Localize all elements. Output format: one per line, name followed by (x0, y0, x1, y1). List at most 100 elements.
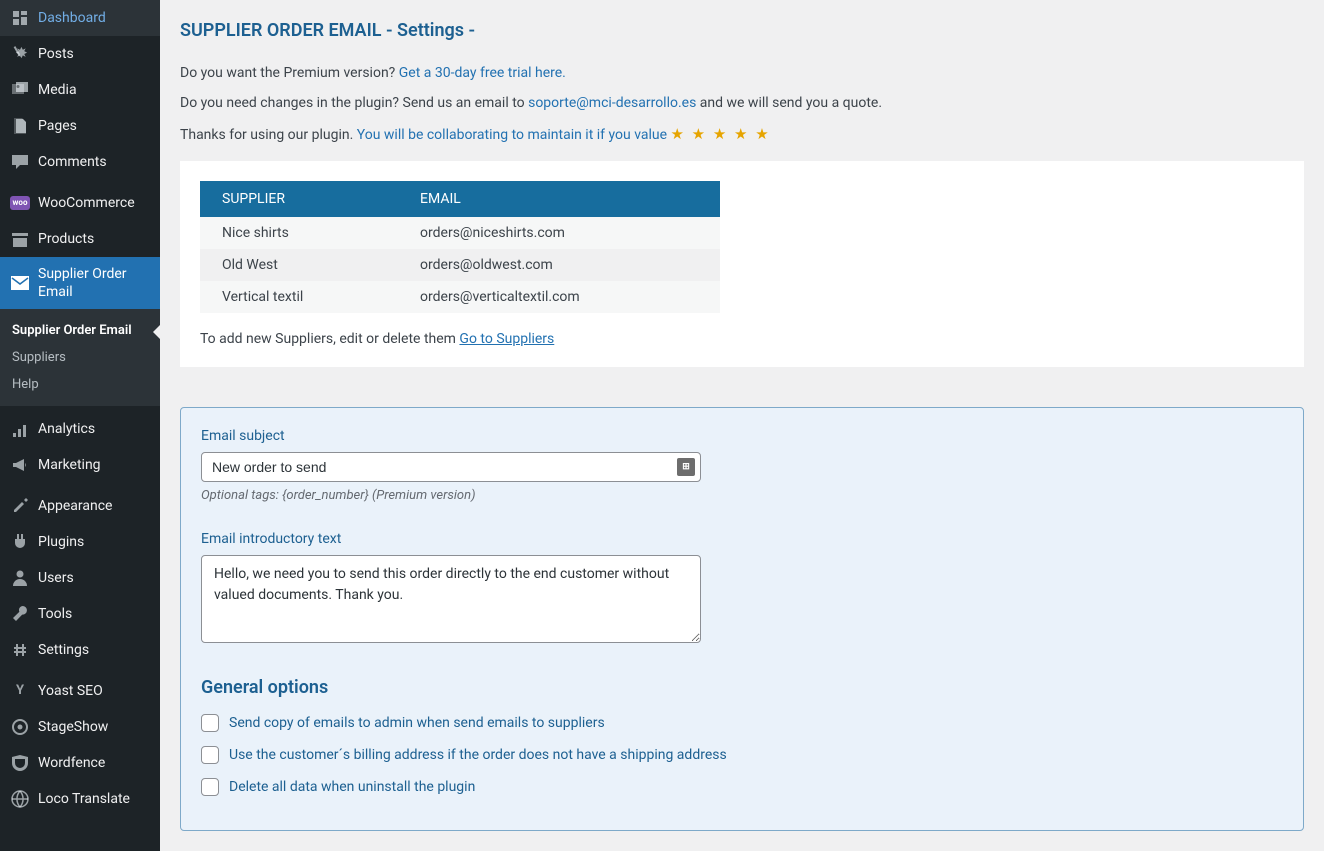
sidebar-item-users[interactable]: Users (0, 560, 160, 596)
sidebar-item-label: Marketing (38, 456, 152, 474)
sidebar-item-label: Supplier Order Email (38, 265, 152, 301)
sidebar-item-wordfence[interactable]: Wordfence (0, 745, 160, 781)
checkbox-label: Send copy of emails to admin when send e… (229, 715, 605, 731)
changes-text: Do you need changes in the plugin? Send … (180, 95, 528, 111)
checkbox-delete-data[interactable] (201, 778, 219, 796)
changes-text-2: and we will send you a quote. (696, 95, 882, 111)
supplier-name: Old West (200, 249, 398, 281)
loco-icon (10, 789, 30, 809)
plugins-icon (10, 532, 30, 552)
sidebar-item-label: Loco Translate (38, 790, 152, 808)
intro-text-block: Do you want the Premium version? Get a 3… (180, 65, 1304, 143)
sidebar-item-label: Comments (38, 153, 152, 171)
general-options-heading: General options (201, 677, 1283, 698)
premium-prompt: Do you want the Premium version? (180, 65, 399, 81)
table-row: Vertical textilorders@verticaltextil.com (200, 281, 720, 313)
email-subject-label: Email subject (201, 428, 1283, 444)
email-subject-hint: Optional tags: {order_number} (Premium v… (201, 488, 1283, 503)
sidebar-item-tools[interactable]: Tools (0, 596, 160, 632)
email-settings-panel: Email subject ⊞ Optional tags: {order_nu… (180, 407, 1304, 831)
support-email-link[interactable]: soporte@mci-desarrollo.es (528, 95, 696, 111)
sidebar-item-label: Wordfence (38, 754, 152, 772)
submenu-item-supplier-order-email[interactable]: Supplier Order Email (0, 317, 160, 344)
sidebar-item-comments[interactable]: Comments (0, 144, 160, 180)
dashboard-icon (10, 8, 30, 28)
go-to-suppliers-link[interactable]: Go to Suppliers (459, 331, 554, 347)
supplier-email: orders@niceshirts.com (398, 217, 720, 249)
supplier-panel: SUPPLIER EMAIL Nice shirtsorders@niceshi… (180, 161, 1304, 367)
stageshow-icon (10, 717, 30, 737)
analytics-icon (10, 419, 30, 439)
page-title: SUPPLIER ORDER EMAIL - Settings - (180, 0, 1304, 51)
sidebar-item-label: Yoast SEO (38, 682, 152, 700)
email-subject-input[interactable] (201, 452, 701, 482)
woocommerce-icon: woo (10, 193, 30, 213)
sidebar-item-label: Users (38, 569, 152, 587)
sidebar-item-woocommerce[interactable]: wooWooCommerce (0, 185, 160, 221)
appearance-icon (10, 496, 30, 516)
supplier-email: orders@verticaltextil.com (398, 281, 720, 313)
translate-icon[interactable]: ⊞ (677, 458, 695, 476)
sidebar-item-label: Appearance (38, 497, 152, 515)
sidebar-item-appearance[interactable]: Appearance (0, 488, 160, 524)
checkbox-label: Delete all data when uninstall the plugi… (229, 779, 475, 795)
wordfence-icon (10, 753, 30, 773)
sidebar-item-products[interactable]: Products (0, 221, 160, 257)
submenu-item-suppliers[interactable]: Suppliers (0, 344, 160, 371)
add-supplier-note: To add new Suppliers, edit or delete the… (200, 331, 1284, 347)
supplier-email: orders@oldwest.com (398, 249, 720, 281)
checkbox-billing-addr[interactable] (201, 746, 219, 764)
sidebar-item-yoast[interactable]: Y Yoast SEO (0, 673, 160, 709)
supplier-order-email-icon (10, 273, 30, 293)
sidebar-item-dashboard[interactable]: Dashboard (0, 0, 160, 36)
sidebar-item-label: Pages (38, 117, 152, 135)
sidebar-item-loco[interactable]: Loco Translate (0, 781, 160, 817)
sidebar-item-label: Products (38, 230, 152, 248)
sidebar-item-label: StageShow (38, 718, 152, 736)
sidebar-item-label: Posts (38, 45, 152, 63)
intro-text-textarea[interactable] (201, 555, 701, 643)
media-icon (10, 80, 30, 100)
pages-icon (10, 116, 30, 136)
sidebar-item-media[interactable]: Media (0, 72, 160, 108)
sidebar-item-pages[interactable]: Pages (0, 108, 160, 144)
supplier-name: Vertical textil (200, 281, 398, 313)
sidebar-item-label: Analytics (38, 420, 152, 438)
tools-icon (10, 604, 30, 624)
sidebar-submenu: Supplier Order EmailSuppliersHelp (0, 309, 160, 406)
comments-icon (10, 152, 30, 172)
sidebar-item-plugins[interactable]: Plugins (0, 524, 160, 560)
sidebar-item-stageshow[interactable]: StageShow (0, 709, 160, 745)
col-email: EMAIL (398, 181, 720, 217)
option-delete-data: Delete all data when uninstall the plugi… (201, 778, 1283, 796)
submenu-item-help[interactable]: Help (0, 371, 160, 398)
intro-text-label: Email introductory text (201, 531, 1283, 547)
supplier-table: SUPPLIER EMAIL Nice shirtsorders@niceshi… (200, 181, 720, 313)
checkbox-copy-admin[interactable] (201, 714, 219, 732)
thanks-text: Thanks for using our plugin. (180, 127, 357, 143)
option-copy-admin: Send copy of emails to admin when send e… (201, 714, 1283, 732)
sidebar-item-settings[interactable]: Settings (0, 632, 160, 668)
add-note-text: To add new Suppliers, edit or delete the… (200, 331, 459, 347)
sidebar-item-analytics[interactable]: Analytics (0, 411, 160, 447)
sidebar-item-label: Media (38, 81, 152, 99)
yoast-icon: Y (10, 681, 30, 701)
supplier-name: Nice shirts (200, 217, 398, 249)
rating-stars[interactable]: ★ ★ ★ ★ ★ (671, 125, 771, 143)
admin-sidebar: Dashboard Posts Media Pages Comments wooWooCo… (0, 0, 160, 851)
sidebar-item-supplier-order-email[interactable]: Supplier Order Email (0, 257, 160, 309)
products-icon (10, 229, 30, 249)
collab-link[interactable]: You will be collaborating to maintain it… (357, 127, 671, 143)
sidebar-item-posts[interactable]: Posts (0, 36, 160, 72)
sidebar-item-label: Settings (38, 641, 152, 659)
option-billing-addr: Use the customer´s billing address if th… (201, 746, 1283, 764)
users-icon (10, 568, 30, 588)
posts-icon (10, 44, 30, 64)
checkbox-label: Use the customer´s billing address if th… (229, 747, 727, 763)
settings-icon (10, 640, 30, 660)
marketing-icon (10, 455, 30, 475)
table-row: Nice shirtsorders@niceshirts.com (200, 217, 720, 249)
sidebar-item-marketing[interactable]: Marketing (0, 447, 160, 483)
table-row: Old Westorders@oldwest.com (200, 249, 720, 281)
premium-trial-link[interactable]: Get a 30-day free trial here. (399, 65, 566, 81)
